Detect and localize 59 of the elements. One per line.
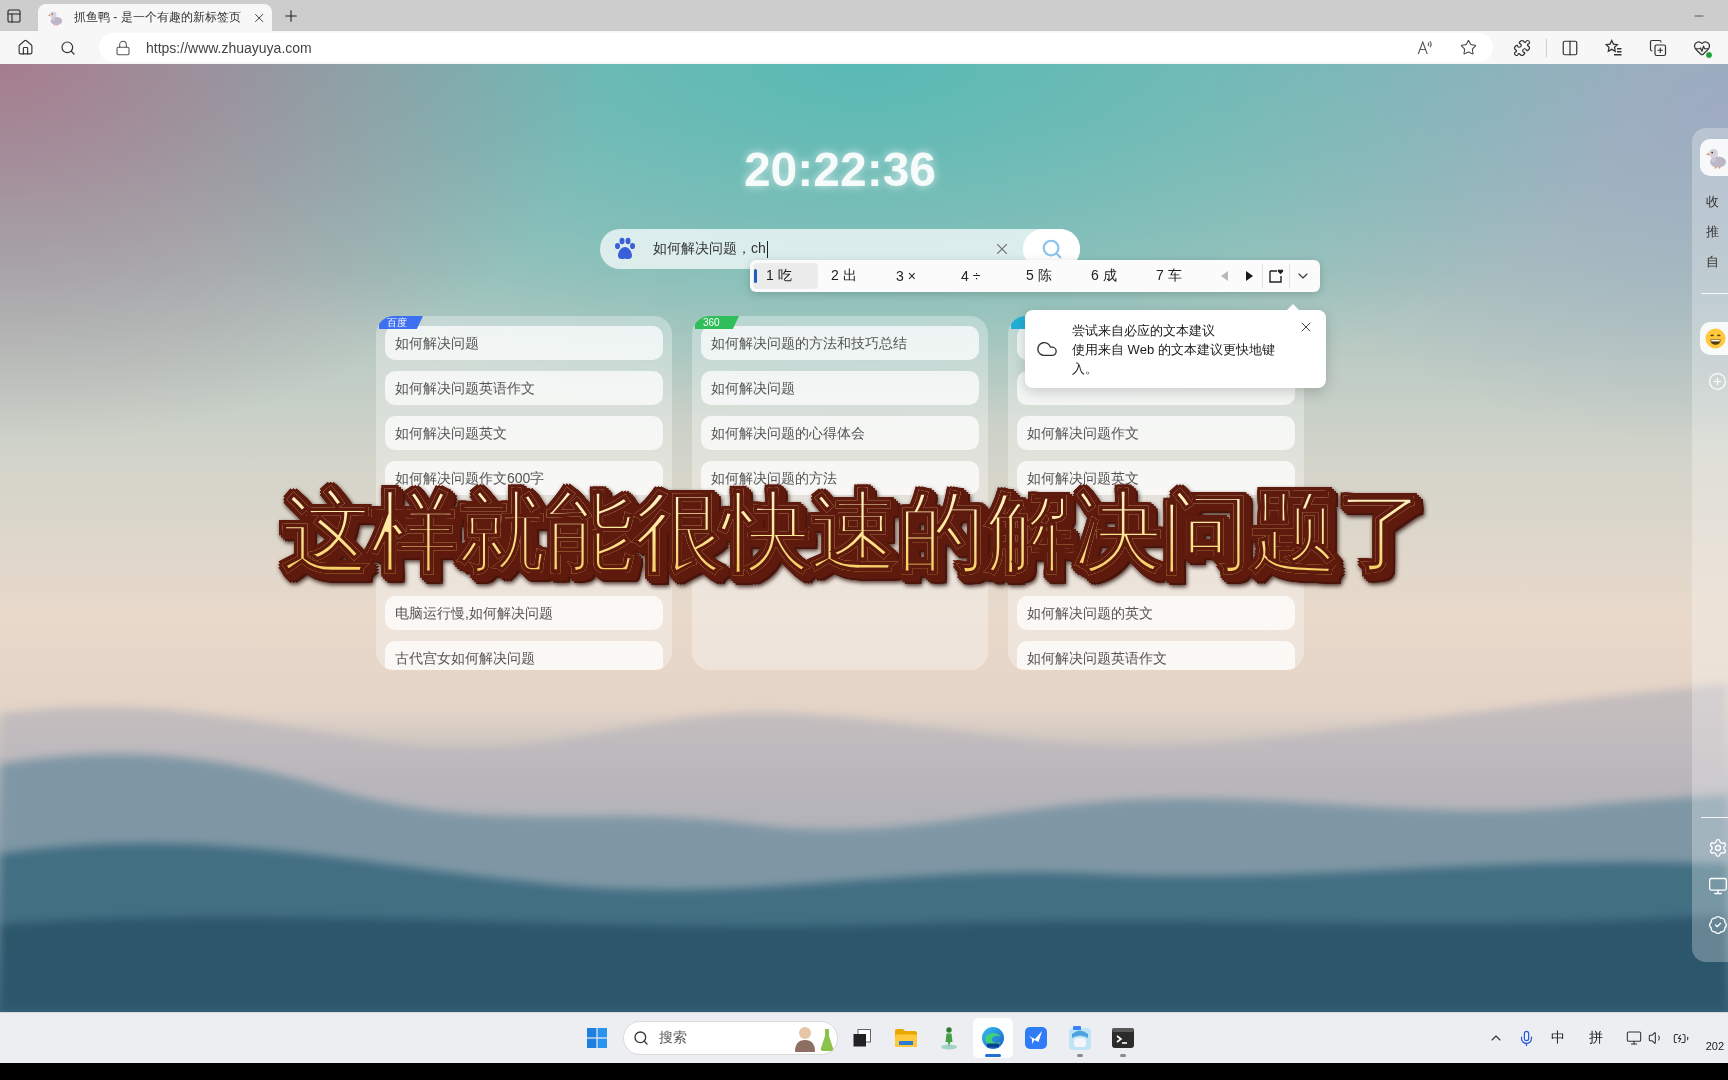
read-aloud-icon[interactable] xyxy=(1416,38,1434,57)
search-icon xyxy=(1040,238,1063,260)
side-nav-item[interactable]: 自 xyxy=(1706,247,1719,277)
suggestion-item[interactable]: 如何解决问题的心得体会 xyxy=(701,416,979,450)
tab-actions-icon[interactable] xyxy=(6,7,22,24)
collections-icon[interactable] xyxy=(1649,38,1667,57)
monitor-icon[interactable] xyxy=(1708,876,1728,896)
ime-candidate[interactable]: 7 车 xyxy=(1143,263,1208,289)
grinning-emoji-icon[interactable] xyxy=(1700,322,1728,355)
suggestion-item[interactable]: 如何解决问题的英文 xyxy=(1017,596,1295,630)
paw-icon[interactable] xyxy=(614,237,636,261)
date-text[interactable]: 202 xyxy=(1705,1040,1724,1053)
split-screen-icon[interactable] xyxy=(1561,38,1579,57)
browser-tab[interactable]: 抓鱼鸭 - 是一个有趣的新标签页 xyxy=(38,4,272,31)
suggestion-item[interactable]: 如何解决问题英语作文 xyxy=(1017,641,1295,670)
side-nav-item[interactable]: 收 xyxy=(1706,187,1719,217)
suggestion-item[interactable]: 如何解决问题 xyxy=(701,371,979,405)
picture-tile-icon[interactable] xyxy=(1068,1026,1091,1050)
favorite-star-icon[interactable] xyxy=(1460,39,1477,56)
suggestion-item[interactable]: 古代宫女如何解决问题 xyxy=(385,641,663,670)
browser-swirl-icon[interactable] xyxy=(980,1026,1005,1050)
clock-text: 20:22:36 xyxy=(743,142,937,198)
lock-icon xyxy=(115,39,131,56)
suggestion-item[interactable]: 如何解决问题英文 xyxy=(385,416,663,450)
tab-title: 抓鱼鸭 - 是一个有趣的新标签页 xyxy=(74,9,241,26)
ime-candidate[interactable]: 1 吃 xyxy=(753,263,818,289)
folder-icon[interactable] xyxy=(893,1028,918,1048)
bird-app-icon[interactable] xyxy=(1025,1027,1047,1049)
home-icon[interactable] xyxy=(16,39,34,56)
taskbar-search-field[interactable]: 搜索 xyxy=(623,1021,838,1055)
task-view-icon[interactable] xyxy=(852,1028,872,1048)
address-bar[interactable]: https://www.zhuayuya.com xyxy=(99,33,1493,62)
badge-check-icon[interactable] xyxy=(1708,915,1728,935)
network-monitor-icon[interactable] xyxy=(1625,1030,1642,1046)
suggestion-item[interactable]: 如何解决问题英语作文 xyxy=(385,371,663,405)
input-method-indicator[interactable]: 拼 xyxy=(1588,1029,1603,1047)
extensions-icon[interactable] xyxy=(1513,38,1531,57)
next-page-icon[interactable] xyxy=(1245,271,1253,281)
terminal-icon[interactable] xyxy=(1112,1028,1134,1048)
side-nav-item[interactable]: 推 xyxy=(1706,217,1719,247)
favorites-list-icon[interactable] xyxy=(1605,38,1623,57)
heart-pulse-icon[interactable] xyxy=(1693,38,1711,57)
input-language-indicator[interactable]: 中 xyxy=(1550,1029,1565,1047)
suggestion-item[interactable]: 如何解决问题 xyxy=(385,326,663,360)
search-icon xyxy=(633,1030,649,1046)
ime-candidate[interactable]: 6 成 xyxy=(1078,263,1143,289)
tip-text: 使用来自 Web 的文本建议更快地键入。 xyxy=(1072,340,1276,378)
engine-badge: 百度 xyxy=(379,316,423,329)
tip-title: 尝试来自必应的文本建议 xyxy=(1072,321,1216,340)
taskbar-button[interactable] xyxy=(972,1018,1013,1058)
search-icon[interactable] xyxy=(60,39,76,56)
suggestion-item[interactable]: 如何解决问题作文 xyxy=(1017,416,1295,450)
suggestion-item[interactable]: 如何解决问题的方法和技巧总结 xyxy=(701,326,979,360)
sticker-heart-icon[interactable] xyxy=(1268,268,1284,284)
duck-favicon-icon xyxy=(47,9,63,26)
suggestion-item[interactable]: 电脑运行慢,如何解决问题 xyxy=(385,596,663,630)
engine-badge: 360 xyxy=(695,316,739,329)
figure-icon[interactable] xyxy=(940,1026,958,1050)
start-grid-icon[interactable] xyxy=(587,1028,607,1048)
